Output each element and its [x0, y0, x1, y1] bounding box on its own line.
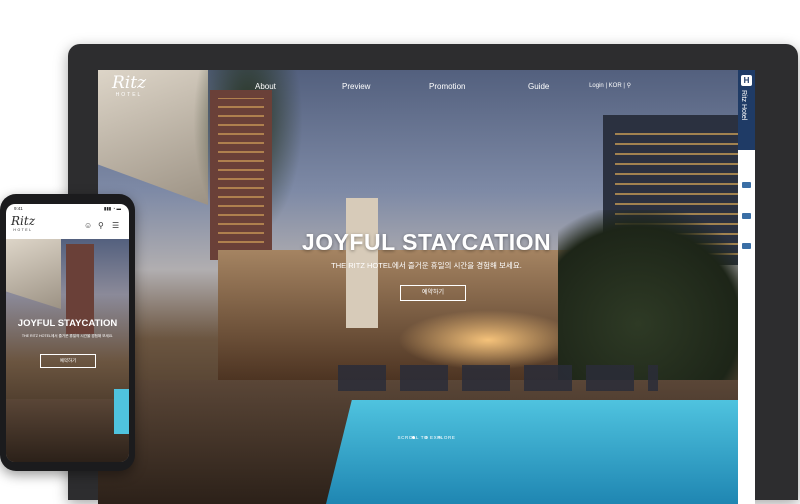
mobile-reserve-button[interactable]: 예약하기 [40, 354, 96, 368]
nav-promotion[interactable]: Promotion [429, 82, 465, 91]
site-logo[interactable]: Ritz HOTEL [112, 74, 146, 98]
nav-preview[interactable]: Preview [342, 82, 370, 91]
warm-light-glow [398, 310, 578, 370]
swimming-pool [326, 400, 755, 504]
bus-icon[interactable] [742, 213, 751, 219]
mobile-screen: 9:41 ▮▮▮ ◔ ▬ Ritz HOTEL ☺ ⚲ ☰ JOYFUL STA… [6, 204, 129, 462]
umbrella-awning [6, 239, 61, 309]
logo-subtitle: HOTEL [115, 92, 143, 98]
hotel-badge-icon: H [741, 75, 752, 86]
logo-subtitle: HOTEL [13, 228, 33, 232]
mobile-hero: JOYFUL STAYCATION THE RITZ HOTEL에서 즐거운 휴… [6, 239, 129, 462]
desktop-screen: Ritz HOTEL About Preview Promotion Guide… [98, 70, 755, 504]
status-bar: 9:41 ▮▮▮ ◔ ▬ [6, 204, 129, 213]
utility-links: Login | KOR | ⚲ [589, 82, 631, 89]
logo-script: Ritz [11, 214, 36, 228]
swimming-pool [114, 389, 129, 434]
mobile-logo[interactable]: Ritz HOTEL [11, 214, 36, 233]
search-icon[interactable]: ⚲ [98, 221, 104, 230]
scroll-hint[interactable]: SCROLL TO EXPLORE [98, 435, 755, 440]
sidebar-brand-label: Ritz Hotel [740, 90, 747, 121]
bed-icon[interactable] [742, 182, 751, 188]
desktop-monitor: Ritz HOTEL About Preview Promotion Guide… [68, 44, 798, 504]
reserve-button[interactable]: 예약하기 [400, 285, 466, 301]
menu-icon[interactable]: ☰ [112, 221, 119, 230]
status-signal-icon: ▮▮▮ ◔ ▬ [103, 206, 121, 211]
mobile-header: Ritz HOTEL ☺ ⚲ ☰ [6, 213, 129, 239]
mobile-phone: 9:41 ▮▮▮ ◔ ▬ Ritz HOTEL ☺ ⚲ ☰ JOYFUL STA… [0, 194, 135, 471]
language-link[interactable]: KOR [609, 83, 622, 89]
slide-indicators [6, 452, 129, 462]
nav-guide[interactable]: Guide [528, 82, 549, 91]
sidebar-brand[interactable]: H Ritz Hotel [738, 70, 755, 150]
mobile-hero-subtitle: THE RITZ HOTEL에서 즐거운 휴일의 시간을 경험해 보세요. [21, 334, 114, 338]
user-icon[interactable]: ☺ [84, 221, 92, 230]
login-link[interactable]: Login [589, 83, 604, 89]
nav-about[interactable]: About [255, 82, 276, 91]
hero-title: JOYFUL STAYCATION [301, 229, 552, 255]
mobile-hero-title: JOYFUL STAYCATION [17, 318, 118, 329]
search-icon[interactable]: ⚲ [627, 83, 631, 89]
logo-script: Ritz [112, 73, 147, 93]
hero-subtitle: THE RITZ HOTEL에서 즐거운 휴일의 시간을 경험해 보세요. [331, 261, 522, 270]
status-time: 9:41 [14, 206, 23, 211]
lounge-chairs [338, 365, 658, 391]
